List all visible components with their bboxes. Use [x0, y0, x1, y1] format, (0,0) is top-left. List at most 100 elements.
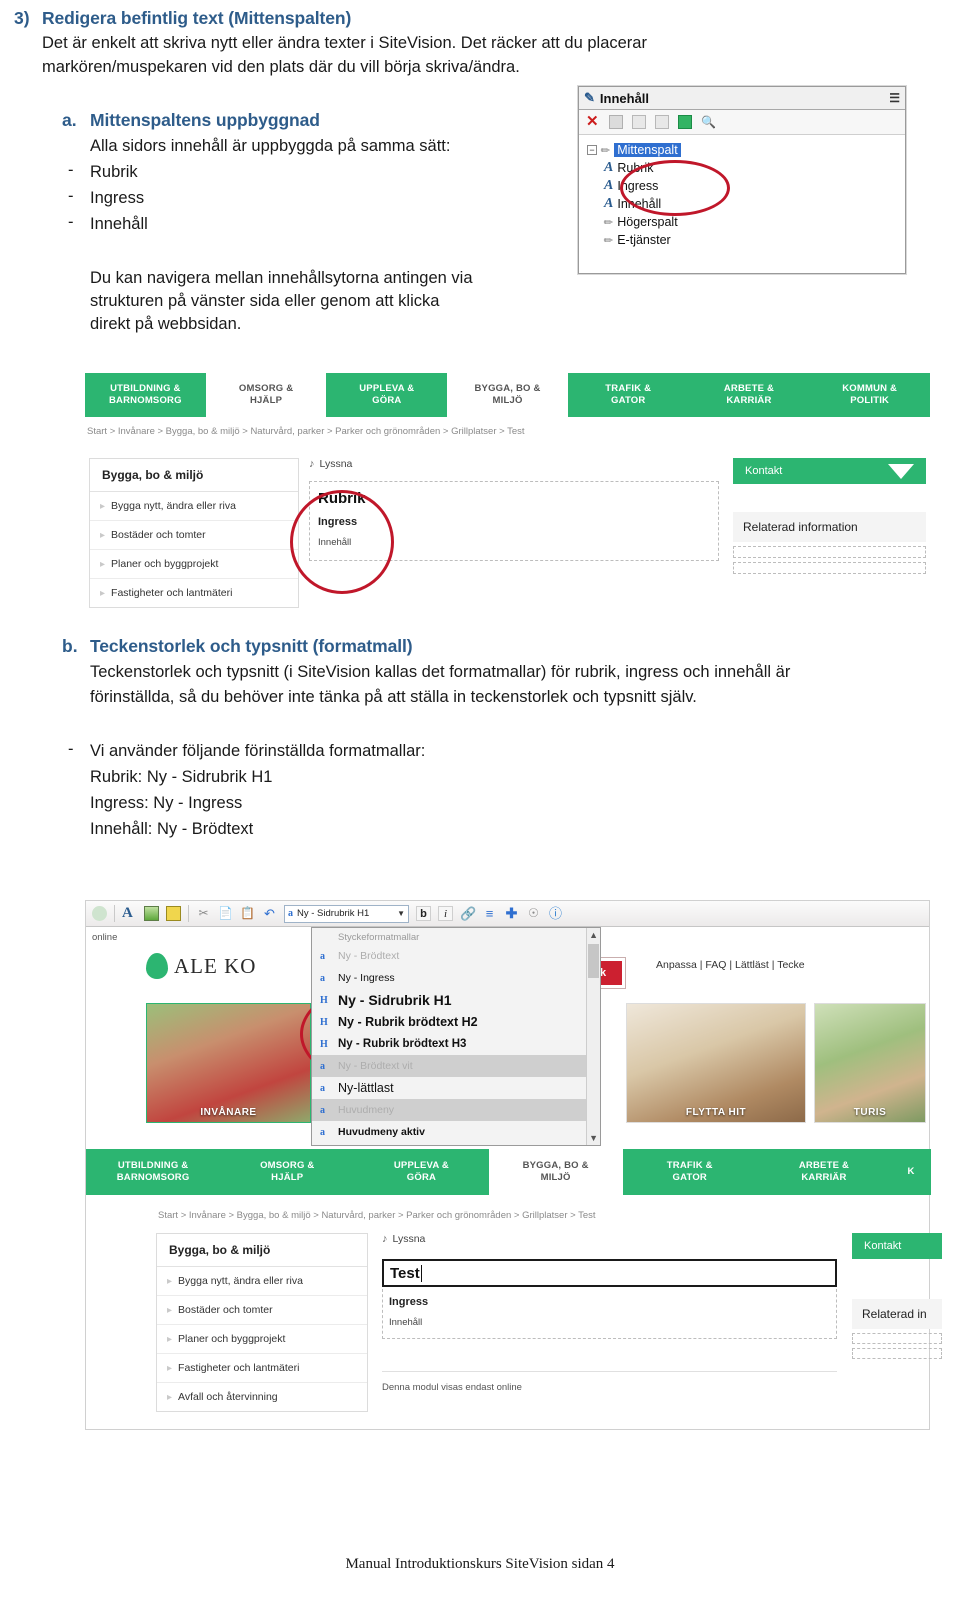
- kontakt-button[interactable]: Kontakt: [733, 458, 926, 484]
- dropdown-item-huvudmeny[interactable]: a Huvudmeny: [312, 1099, 600, 1121]
- cut-icon[interactable]: ✂: [196, 906, 211, 921]
- add-icon[interactable]: ✚: [504, 906, 519, 921]
- dropdown-item-label: Ny-lättlast: [338, 1081, 394, 1095]
- editor-main-navigation[interactable]: UTBILDNING & BARNOMSORG OMSORG & HJÄLP U…: [86, 1149, 932, 1195]
- promo-card-flytta-hit[interactable]: FLYTTA HIT: [626, 1003, 806, 1123]
- nav-item-kommun[interactable]: K: [891, 1149, 932, 1195]
- tree-node-hogerspalt[interactable]: ✎ Högerspalt: [587, 213, 905, 231]
- delete-icon[interactable]: ✕: [586, 114, 600, 129]
- left-menu[interactable]: Bygga, bo & miljö ▸ Bygga nytt, ändra el…: [89, 458, 299, 608]
- nav-item-utbildning[interactable]: UTBILDNING & BARNOMSORG: [85, 373, 206, 417]
- chevron-down-icon[interactable]: ▼: [589, 1133, 598, 1143]
- dropdown-scrollbar[interactable]: ▲ ▼: [586, 928, 600, 1145]
- font-icon[interactable]: A: [122, 906, 137, 921]
- left-menu-item[interactable]: ▸ Bostäder och tomter: [157, 1296, 367, 1325]
- nav-item-arbete[interactable]: ARBETE & KARRIÄR: [688, 373, 810, 417]
- dropdown-item-ny-brodtext-vit[interactable]: a Ny - Brödtext vit: [312, 1055, 600, 1077]
- top-utility-links[interactable]: Anpassa | FAQ | Lättläst | Tecke: [656, 959, 805, 971]
- left-menu-item[interactable]: ▸ Avfall och återvinning: [157, 1383, 367, 1411]
- preview-icon[interactable]: 🔍: [701, 115, 716, 129]
- anchor-icon[interactable]: ☉: [526, 906, 541, 921]
- tree-node-mittenspalt[interactable]: − ✎ Mittenspalt: [587, 141, 905, 159]
- left-menu-item[interactable]: ▸ Fastigheter och lantmäteri: [157, 1354, 367, 1383]
- related-info-header: Relaterad in: [852, 1299, 942, 1329]
- promo-card-turist[interactable]: TURIS: [814, 1003, 926, 1123]
- left-menu-item[interactable]: ▸ Planer och byggprojekt: [90, 550, 298, 579]
- panel-toolbar[interactable]: ✕ 🔍: [579, 110, 905, 135]
- listen-button[interactable]: ♪ Lyssna: [309, 458, 719, 470]
- website-preview-top[interactable]: UTBILDNING & BARNOMSORG OMSORG & HJÄLP U…: [85, 373, 931, 608]
- chevron-right-icon: ▸: [100, 500, 106, 512]
- chevron-up-icon[interactable]: ▲: [589, 930, 598, 940]
- nav-item-bygga[interactable]: BYGGA, BO & MILJÖ: [447, 373, 568, 417]
- dropdown-item-ny-brodtext[interactable]: a Ny - Brödtext: [312, 945, 600, 967]
- related-info-slot[interactable]: [852, 1348, 942, 1359]
- editor-toolbar[interactable]: A ✂ 📄 📋 ↶ a Ny - Sidrubrik H1 ▼ b i 🔗 ≡ …: [86, 901, 929, 927]
- chevron-down-icon[interactable]: ▼: [397, 909, 405, 918]
- dropdown-item-ny-lattlast[interactable]: a Ny-lättlast: [312, 1077, 600, 1099]
- undo-icon[interactable]: ↶: [262, 906, 277, 921]
- site-logo[interactable]: ALE KO: [146, 953, 256, 979]
- link-icon[interactable]: 🔗: [460, 906, 476, 921]
- breadcrumb[interactable]: Start > Invånare > Bygga, bo & miljö > N…: [85, 417, 930, 443]
- breadcrumb[interactable]: Start > Invånare > Bygga, bo & miljö > N…: [156, 1201, 926, 1227]
- nav-item-kommun[interactable]: KOMMUN & POLITIK: [809, 373, 931, 417]
- promo-card-invanare[interactable]: INVÅNARE: [146, 1003, 311, 1123]
- left-menu-item[interactable]: ▸ Bygga nytt, ändra eller riva: [90, 492, 298, 521]
- caret-down-icon[interactable]: [888, 463, 914, 479]
- dropdown-item-ny-rubrik-brodtext-h2[interactable]: H Ny - Rubrik brödtext H2: [312, 1011, 600, 1033]
- module-icon[interactable]: [166, 906, 181, 921]
- left-menu-item[interactable]: ▸ Bostäder och tomter: [90, 521, 298, 550]
- panel-titlebar: ✎ Innehåll ☰: [579, 87, 905, 110]
- sitevision-editor-screenshot[interactable]: A ✂ 📄 📋 ↶ a Ny - Sidrubrik H1 ▼ b i 🔗 ≡ …: [85, 900, 942, 1430]
- collapse-icon[interactable]: −: [587, 145, 597, 155]
- dropdown-item-ny-sidrubrik-h1[interactable]: H Ny - Sidrubrik H1: [312, 989, 600, 1011]
- italic-icon[interactable]: i: [438, 906, 453, 921]
- related-info-slot[interactable]: [733, 546, 926, 558]
- paragraph-style-icon: a: [288, 908, 293, 919]
- copy-icon[interactable]: 📄: [218, 906, 233, 921]
- nav-line2: HJÄLP: [250, 395, 283, 406]
- paragraph-style-dropdown[interactable]: Styckeformatmallar a Ny - Brödtext a Ny …: [311, 927, 601, 1146]
- related-info-slot[interactable]: [852, 1333, 942, 1344]
- content-area[interactable]: Ingress Innehåll: [382, 1289, 837, 1339]
- left-menu-item[interactable]: ▸ Planer och byggprojekt: [157, 1325, 367, 1354]
- module-icon[interactable]: [678, 115, 692, 129]
- tree-node-etjanster[interactable]: ✎ E-tjänster: [587, 231, 905, 249]
- nav-item-utbildning[interactable]: UTBILDNING & BARNOMSORG: [86, 1149, 221, 1195]
- nav-item-uppleva[interactable]: UPPLEVA & GÖRA: [326, 373, 448, 417]
- subsection-a-note-line2: strukturen på vänster sida eller genom a…: [90, 292, 440, 310]
- left-menu-item[interactable]: ▸ Bygga nytt, ändra eller riva: [157, 1267, 367, 1296]
- dropdown-item-huvudmeny-aktiv[interactable]: a Huvudmeny aktiv: [312, 1121, 600, 1143]
- paste-icon[interactable]: [655, 115, 669, 129]
- left-menu[interactable]: Bygga, bo & miljö ▸ Bygga nytt, ändra el…: [156, 1233, 368, 1412]
- dropdown-item-ny-rubrik-brodtext-h3[interactable]: H Ny - Rubrik brödtext H3: [312, 1033, 600, 1055]
- left-menu-item[interactable]: ▸ Fastigheter och lantmäteri: [90, 579, 298, 607]
- image-icon[interactable]: [144, 906, 159, 921]
- nav-item-omsorg[interactable]: OMSORG & HJÄLP: [205, 373, 327, 417]
- scrollbar-thumb[interactable]: [588, 944, 599, 978]
- bold-icon[interactable]: b: [416, 906, 431, 921]
- duplicate-icon[interactable]: [632, 115, 646, 129]
- paste-icon[interactable]: 📋: [240, 906, 255, 921]
- nav-item-trafik[interactable]: TRAFIK & GATOR: [622, 1149, 757, 1195]
- main-navigation[interactable]: UTBILDNING & BARNOMSORG OMSORG & HJÄLP U…: [85, 373, 931, 417]
- nav-item-bygga[interactable]: BYGGA, BO & MILJÖ: [488, 1149, 623, 1195]
- formatmall-ingress: Ingress: Ny - Ingress: [90, 794, 243, 812]
- nav-line1: ARBETE &: [723, 383, 775, 394]
- related-info-slot[interactable]: [733, 562, 926, 574]
- nav-item-trafik[interactable]: TRAFIK & GATOR: [567, 373, 689, 417]
- nav-item-omsorg[interactable]: OMSORG & HJÄLP: [220, 1149, 355, 1195]
- paragraph-style-select[interactable]: a Ny - Sidrubrik H1 ▼: [284, 904, 409, 923]
- panel-menu-icon[interactable]: ☰: [889, 91, 900, 105]
- help-icon[interactable]: ⓘ: [548, 906, 563, 921]
- dropdown-item-ny-ingress[interactable]: a Ny - Ingress: [312, 967, 600, 989]
- nav-item-uppleva[interactable]: UPPLEVA & GÖRA: [354, 1149, 489, 1195]
- title-input-field[interactable]: Test: [382, 1259, 837, 1287]
- nav-line1: UTBILDNING &: [110, 383, 181, 394]
- nav-item-arbete[interactable]: ARBETE & KARRIÄR: [756, 1149, 892, 1195]
- kontakt-button[interactable]: Kontakt: [852, 1233, 942, 1259]
- copy-icon[interactable]: [609, 115, 623, 129]
- list-icon[interactable]: ≡: [482, 906, 497, 921]
- listen-button[interactable]: ♪ Lyssna: [382, 1233, 837, 1245]
